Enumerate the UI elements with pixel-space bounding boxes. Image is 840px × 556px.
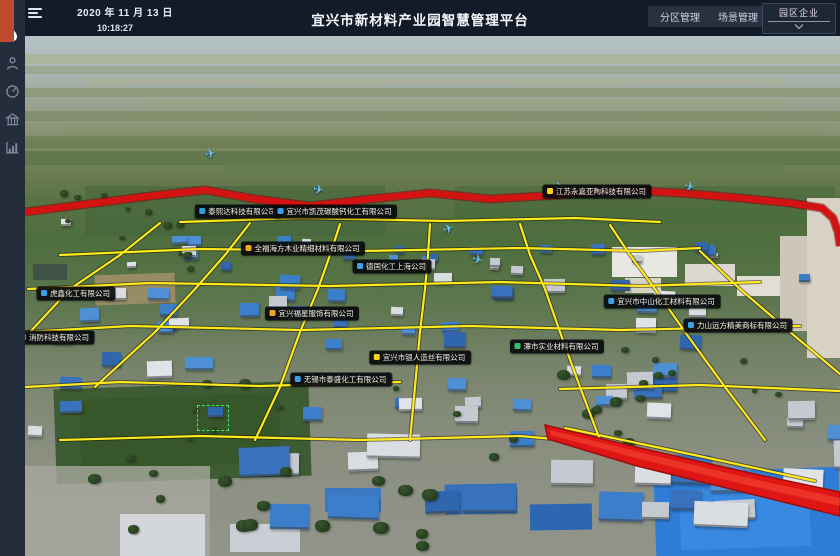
chart-icon[interactable] [5, 140, 20, 155]
company-marker-icon [199, 208, 205, 214]
map-label[interactable]: 虎鑫化工有限公司 [37, 287, 115, 300]
company-marker-icon [246, 245, 252, 251]
map-label[interactable]: 江苏永嘉亚陶科技有限公司 [543, 185, 651, 198]
company-marker-icon [357, 263, 363, 269]
menu-icon[interactable] [28, 8, 42, 19]
dropdown-divider [768, 21, 830, 22]
company-label-text: 德国化工上海公司 [366, 263, 426, 271]
company-marker-icon [608, 298, 614, 304]
scene-management-button[interactable]: 场景管理 [706, 6, 770, 27]
company-marker-icon [515, 343, 521, 349]
dropdown-label: 园区企业 [779, 6, 819, 19]
map-label[interactable]: 全福海方木业精细材料有限公司 [242, 242, 365, 255]
map-label[interactable]: 宜兴市中山化工材料有限公司 [604, 295, 720, 308]
park-enterprise-dropdown[interactable]: 园区企业 [762, 3, 836, 34]
accent-strip [0, 0, 14, 42]
map-label[interactable]: 潭市实业材料有限公司 [511, 340, 604, 353]
sidebar [0, 0, 25, 556]
company-marker-icon [547, 188, 553, 194]
page-title: 宜兴市新材料产业园智慧管理平台 [311, 9, 529, 29]
company-label-text: 泰熙达科技有限公司 [208, 208, 276, 216]
company-label-text: 消防科技有限公司 [29, 334, 89, 342]
company-marker-icon [41, 290, 47, 296]
map-label[interactable]: 泰熙达科技有限公司 [195, 205, 281, 218]
datetime-block: 2020 年 11 月 13 日 10:18:27 [77, 4, 173, 33]
company-label-text: 无锡市泰盛化工有限公司 [304, 376, 387, 384]
map-label[interactable]: 消防科技有限公司 [25, 331, 94, 344]
person-icon[interactable] [5, 56, 20, 71]
company-marker-icon [278, 208, 284, 214]
company-labels: 泰熙达科技有限公司 宜兴市凯茂碳酸钙化工有限公司全福海方木业精细材料有限公司德国化… [25, 36, 840, 556]
date-label: 2020 年 11 月 13 日 [77, 4, 173, 19]
company-label-text: 力山远方精美商标有限公司 [697, 322, 787, 330]
company-marker-icon [688, 322, 694, 328]
top-bar: 2020 年 11 月 13 日 10:18:27 宜兴市新材料产业园智慧管理平… [0, 0, 840, 36]
time-label: 10:18:27 [97, 23, 173, 33]
company-label-text: 宜兴市凯茂碳酸钙化工有限公司 [287, 208, 392, 216]
map-label[interactable]: 宜兴福星服饰有限公司 [266, 307, 359, 320]
chevron-down-icon [794, 24, 804, 29]
company-label-text: 宜兴市银人造丝有限公司 [383, 354, 466, 362]
map-3d-view[interactable]: ✈✈✈✈✈✈ 泰熙达科技有限公司宜兴市凯茂碳酸钙化工有限公司全福海方木业精细材料… [25, 36, 840, 556]
map-label[interactable]: 宜兴市银人造丝有限公司 [370, 351, 471, 364]
company-marker-icon [25, 334, 26, 340]
company-marker-icon [270, 310, 276, 316]
company-label-text: 宜兴福星服饰有限公司 [279, 310, 354, 318]
bank-icon[interactable] [5, 112, 20, 127]
smart-park-platform: 2020 年 11 月 13 日 10:18:27 宜兴市新材料产业园智慧管理平… [0, 0, 840, 556]
map-label[interactable]: 宜兴市凯茂碳酸钙化工有限公司 [274, 205, 397, 218]
map-label[interactable]: 无锡市泰盛化工有限公司 [291, 373, 392, 386]
gauge-icon[interactable] [5, 84, 20, 99]
map-label[interactable]: 德国化工上海公司 [353, 260, 431, 273]
zone-management-button[interactable]: 分区管理 [648, 6, 712, 27]
company-marker-icon [295, 376, 301, 382]
company-label-text: 潭市实业材料有限公司 [524, 343, 599, 351]
map-label[interactable]: 力山远方精美商标有限公司 [684, 319, 792, 332]
company-label-text: 全福海方木业精细材料有限公司 [255, 245, 360, 253]
company-label-text: 宜兴市中山化工材料有限公司 [617, 298, 715, 306]
company-marker-icon [374, 354, 380, 360]
company-label-text: 江苏永嘉亚陶科技有限公司 [556, 188, 646, 196]
company-label-text: 虎鑫化工有限公司 [50, 290, 110, 298]
